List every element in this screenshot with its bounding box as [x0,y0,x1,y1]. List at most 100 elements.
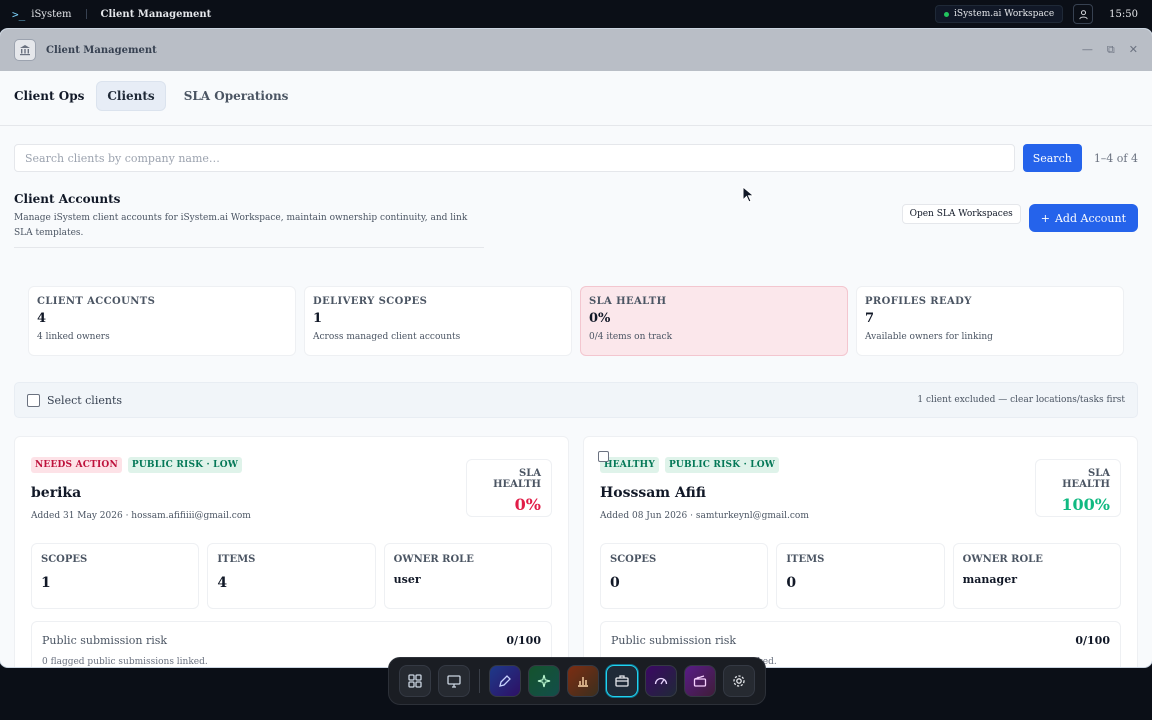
stat-sub: 4 linked owners [37,332,110,342]
metric-label: OWNER ROLE [962,554,1043,565]
app-dock [388,657,766,705]
chart-icon[interactable] [567,665,599,697]
risk-badge: PUBLIC RISK · LOW [127,457,243,473]
stat-sub: 0/4 items on track [589,332,673,342]
clapper-icon[interactable] [684,665,716,697]
mouse-cursor-icon [742,186,755,203]
workspace-pill[interactable]: iSystem.ai Workspace [935,5,1064,23]
add-account-button[interactable]: + Add Account [1028,204,1138,232]
sla-health-box: SLA HEALTH 100% [1035,459,1121,517]
clock: 15:50 [1109,8,1138,20]
restore-icon[interactable]: ⧉ [1107,43,1115,57]
search-input[interactable] [14,144,1015,172]
tab-sla-operations[interactable]: SLA Operations [174,82,299,110]
stat-sla-health: SLA HEALTH 0% 0/4 items on track [580,286,848,356]
metric-label: ITEMS [217,554,256,565]
brand-name: iSystem [31,8,72,20]
sla-value: 0% [514,495,541,514]
monitor-icon[interactable] [438,665,470,697]
metric-items: ITEMS 0 [776,543,945,609]
accounts-title: Client Accounts [14,192,121,206]
select-clients-label[interactable]: Select clients [47,394,122,407]
metric-value: 1 [41,575,51,591]
metric-value: 4 [217,575,228,591]
metric-label: SCOPES [610,554,657,565]
pen-icon[interactable] [489,665,521,697]
active-app-title: Client Management [100,8,212,20]
search-row: Search 1–4 of 4 [0,144,1152,172]
metric-label: ITEMS [786,554,825,565]
stat-value: 0% [589,311,611,326]
stat-label: PROFILES READY [865,296,972,307]
window-content: Client Ops Clients SLA Operations Search… [0,71,1152,667]
terminal-prompt-icon: >_ [12,7,26,21]
client-cards: NEEDS ACTION PUBLIC RISK · LOW berika Ad… [14,436,1138,667]
stat-sub: Across managed client accounts [313,332,461,342]
workspace-name: iSystem.ai Workspace [954,9,1055,19]
gear-icon[interactable] [723,665,755,697]
section-title: Client Ops [14,89,85,103]
risk-score: 0/100 [1075,634,1110,647]
client-card[interactable]: NEEDS ACTION PUBLIC RISK · LOW berika Ad… [14,436,569,667]
close-icon[interactable]: ✕ [1129,43,1138,57]
select-bar: Select clients 1 client excluded — clear… [14,382,1138,418]
metric-scopes: SCOPES 0 [600,543,769,609]
stat-value: 7 [865,311,875,326]
metric-owner-role: OWNER ROLE user [383,543,552,609]
metric-scopes: SCOPES 1 [31,543,200,609]
client-management-window: Client Management — ⧉ ✕ Client Ops Clien… [0,29,1152,667]
stat-profiles-ready: PROFILES READY 7 Available owners for li… [856,286,1124,356]
stat-value: 4 [37,311,47,326]
tab-clients[interactable]: Clients [96,81,166,111]
status-dot-icon [944,11,950,17]
select-all-checkbox[interactable] [27,393,40,407]
open-sla-workspaces-button[interactable]: Open SLA Workspaces [901,204,1021,224]
sla-label: SLA HEALTH [493,468,541,490]
client-checkbox[interactable] [598,451,609,462]
gauge-icon[interactable] [645,665,677,697]
accounts-header: Client Accounts Manage iSystem client ac… [0,192,1152,248]
sparkle-icon[interactable] [528,665,560,697]
excluded-note: 1 client excluded — clear locations/task… [917,395,1125,405]
dock-separator [479,669,480,693]
window-titlebar[interactable]: Client Management — ⧉ ✕ [0,29,1152,71]
metric-label: OWNER ROLE [393,554,474,565]
brand[interactable]: >_ iSystem [0,8,72,21]
client-card[interactable]: HEALTHY PUBLIC RISK · LOW Hosssam Afifi … [583,436,1138,667]
stats-row: CLIENT ACCOUNTS 4 4 linked owners DELIVE… [28,286,1124,356]
metric-value: 0 [610,575,620,591]
tab-bar: Client Ops Clients SLA Operations [0,71,1152,121]
result-count: 1–4 of 4 [1093,151,1138,165]
sla-health-box: SLA HEALTH 0% [466,459,552,517]
metric-value: user [393,573,421,586]
stat-label: CLIENT ACCOUNTS [37,296,156,307]
stat-label: SLA HEALTH [589,296,667,307]
metric-items: ITEMS 4 [207,543,376,609]
stat-sub: Available owners for linking [865,332,993,342]
system-bar: >_ iSystem Client Management iSystem.ai … [0,0,1152,28]
status-badge: NEEDS ACTION [31,457,122,473]
sla-label: SLA HEALTH [1062,468,1110,490]
metric-value: manager [962,573,1018,586]
metric-owner-role: OWNER ROLE manager [952,543,1121,609]
grid-icon[interactable] [399,665,431,697]
risk-label: Public submission risk [42,634,168,647]
sla-value: 100% [1061,495,1110,514]
briefcase-icon[interactable] [606,665,638,697]
search-button[interactable]: Search [1022,144,1082,172]
separator [85,9,87,19]
user-button[interactable] [1073,4,1094,24]
stat-label: DELIVERY SCOPES [313,296,428,307]
risk-label: Public submission risk [611,634,737,647]
user-icon [1079,9,1088,19]
window-title: Client Management [46,44,157,56]
add-account-label: Add Account [1054,211,1126,225]
metric-value: 0 [786,575,797,591]
risk-badge: PUBLIC RISK · LOW [664,457,780,473]
bank-icon [14,39,36,61]
stat-delivery-scopes: DELIVERY SCOPES 1 Across managed client … [304,286,572,356]
metric-label: SCOPES [41,554,88,565]
risk-score: 0/100 [506,634,541,647]
stat-value: 1 [313,311,323,326]
minimize-icon[interactable]: — [1082,43,1093,57]
